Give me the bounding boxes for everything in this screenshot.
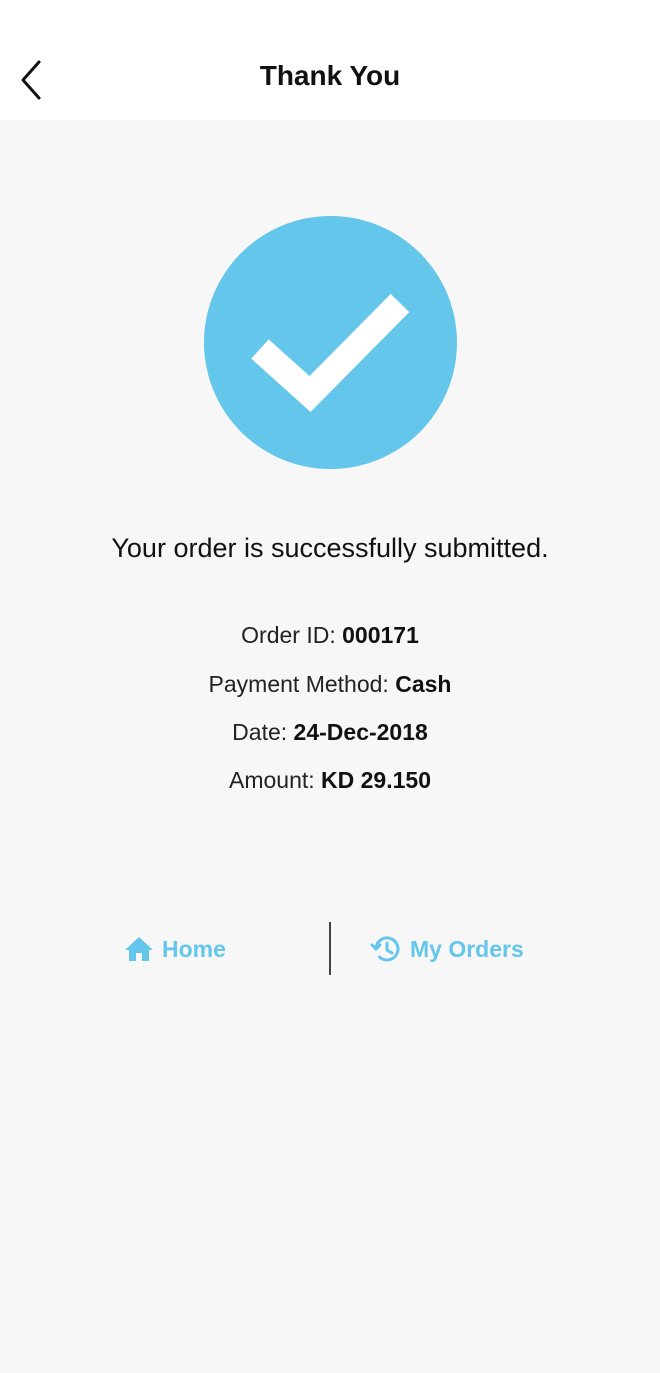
history-icon [370,936,400,962]
order-id-label: Order ID: [241,622,343,648]
order-id-value: 000171 [342,622,419,648]
my-orders-label: My Orders [410,935,524,962]
order-id-row: Order ID: 000171 [0,622,660,649]
home-icon [125,937,153,961]
amount-label: Amount: [228,767,322,793]
amount-value: KD 29.150 [321,767,431,793]
amount-row: Amount: KD 29.150 [0,767,660,794]
date-row: Date: 24-Dec-2018 [0,719,660,746]
payment-method-row: Payment Method: Cash [0,671,660,698]
date-label: Date: [232,719,294,745]
page-title: Thank You [259,60,401,91]
home-button[interactable]: Home [124,926,226,972]
top-bar: Thank You [0,0,660,120]
action-divider [329,922,331,975]
check-circle-icon [204,216,457,469]
payment-method-value: Cash [395,671,452,697]
date-value: 24-Dec-2018 [293,719,428,745]
my-orders-button[interactable]: My Orders [370,926,524,972]
success-message: Your order is successfully submitted. [111,533,549,563]
home-label: Home [162,935,226,962]
payment-method-label: Payment Method: [208,671,396,697]
